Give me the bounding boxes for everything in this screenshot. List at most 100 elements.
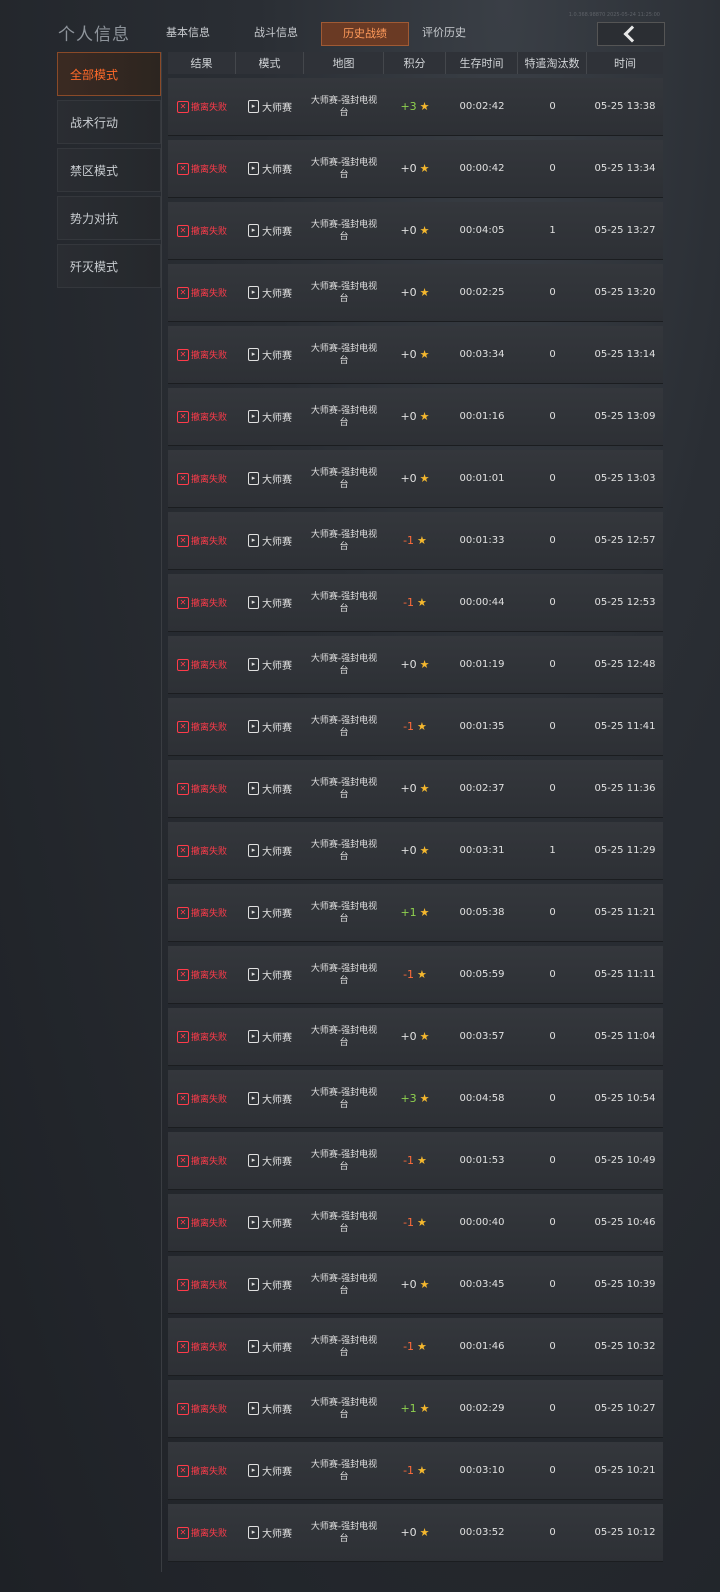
mode-text: 大师赛 <box>262 103 292 114</box>
survive-cell: 00:02:29 <box>459 1403 505 1414</box>
tournament-icon: ▸ <box>248 596 259 609</box>
result-cell: ✕ 撤离失败 <box>168 1070 236 1127</box>
table-row[interactable]: ✕ 撤离失败 ▸ 大师赛 大师赛-强封电视台 -1 ★ 00:00:44 0 05-25 12:5… <box>168 574 663 632</box>
time-cell: 05-25 11:11 <box>594 969 656 980</box>
mode-cell: ▸ 大师赛 <box>236 884 304 941</box>
star-icon: ★ <box>417 1216 427 1229</box>
table-row[interactable]: ✕ 撤离失败 ▸ 大师赛 大师赛-强封电视台 -1 ★ 00:01:46 0 05-25 10:3… <box>168 1318 663 1376</box>
mode-text: 大师赛 <box>262 1095 292 1106</box>
time-cell: 05-25 12:48 <box>594 659 656 670</box>
score-cell: -1 ★ <box>384 1442 446 1499</box>
score-cell: -1 ★ <box>384 1132 446 1189</box>
star-icon: ★ <box>417 720 427 733</box>
survive-cell: 00:01:46 <box>459 1341 505 1352</box>
table-row[interactable]: ✕ 撤离失败 ▸ 大师赛 大师赛-强封电视台 -1 ★ 00:05:59 0 05-25 11:1… <box>168 946 663 1004</box>
survive-cell: 00:04:58 <box>459 1093 505 1104</box>
fail-x-icon: ✕ <box>176 1464 189 1477</box>
mode-cell: ▸ 大师赛 <box>236 264 304 321</box>
table-row[interactable]: ✕ 撤离失败 ▸ 大师赛 大师赛-强封电视台 +1 ★ 00:02:29 0 05-25 10:2… <box>168 1380 663 1438</box>
mode-cell: ▸ 大师赛 <box>236 1008 304 1065</box>
top-bar: 个人信息 基本信息 战斗信息 历史战绩 评价历史 1.0.368.98870 2… <box>0 12 720 48</box>
kills-cell: 0 <box>549 597 556 608</box>
mode-cell: ▸ 大师赛 <box>236 574 304 631</box>
table-row[interactable]: ✕ 撤离失败 ▸ 大师赛 大师赛-强封电视台 +0 ★ 00:03:57 0 05-25 11:0… <box>168 1008 663 1066</box>
version-text: 1.0.368.98870 2025-05-24 11:25:00 <box>568 12 660 18</box>
sidebar-item-annihilation[interactable]: 歼灭模式 <box>57 244 161 288</box>
mode-cell: ▸ 大师赛 <box>236 388 304 445</box>
survive-cell: 00:04:05 <box>459 225 505 236</box>
fail-x-icon: ✕ <box>176 1216 189 1229</box>
mode-cell: ▸ 大师赛 <box>236 760 304 817</box>
time-cell: 05-25 13:38 <box>594 101 656 112</box>
table-row[interactable]: ✕ 撤离失败 ▸ 大师赛 大师赛-强封电视台 +0 ★ 00:03:52 0 05-25 10:1… <box>168 1504 663 1562</box>
score-value: +0 <box>400 286 417 299</box>
header-kills: 特遣淘汰数 <box>518 52 587 74</box>
mode-text: 大师赛 <box>262 351 292 362</box>
result-text: 撤离失败 <box>190 1467 227 1477</box>
survive-cell: 00:01:33 <box>459 535 505 546</box>
tab-review-history[interactable]: 评价历史 <box>414 22 474 44</box>
time-cell: 05-25 12:57 <box>594 535 656 546</box>
tournament-icon: ▸ <box>248 100 259 113</box>
table-row[interactable]: ✕ 撤离失败 ▸ 大师赛 大师赛-强封电视台 -1 ★ 00:01:35 0 05-25 11:4… <box>168 698 663 756</box>
table-row[interactable]: ✕ 撤离失败 ▸ 大师赛 大师赛-强封电视台 +0 ★ 00:01:19 0 05-25 12:4… <box>168 636 663 694</box>
table-row[interactable]: ✕ 撤离失败 ▸ 大师赛 大师赛-强封电视台 +0 ★ 00:03:45 0 05-25 10:3… <box>168 1256 663 1314</box>
table-row[interactable]: ✕ 撤离失败 ▸ 大师赛 大师赛-强封电视台 -1 ★ 00:01:53 0 05-25 10:4… <box>168 1132 663 1190</box>
table-row[interactable]: ✕ 撤离失败 ▸ 大师赛 大师赛-强封电视台 +0 ★ 00:02:25 0 05-25 13:2… <box>168 264 663 322</box>
table-row[interactable]: ✕ 撤离失败 ▸ 大师赛 大师赛-强封电视台 -1 ★ 00:00:40 0 05-25 10:4… <box>168 1194 663 1252</box>
table-row[interactable]: ✕ 撤离失败 ▸ 大师赛 大师赛-强封电视台 +0 ★ 00:03:31 1 05-25 11:2… <box>168 822 663 880</box>
star-icon: ★ <box>419 1092 430 1105</box>
header-time: 时间 <box>614 57 636 70</box>
tab-basic-info[interactable]: 基本信息 <box>158 22 218 44</box>
score-cell: +0 ★ <box>384 202 446 259</box>
result-text: 撤离失败 <box>190 1343 227 1353</box>
sidebar-item-tactical[interactable]: 战术行动 <box>57 100 161 144</box>
mode-text: 大师赛 <box>262 785 292 796</box>
map-cell: 大师赛-强封电视台 <box>310 1397 378 1420</box>
survive-cell: 00:02:25 <box>459 287 505 298</box>
table-row[interactable]: ✕ 撤离失败 ▸ 大师赛 大师赛-强封电视台 +3 ★ 00:02:42 0 05-25 13:3… <box>168 78 663 136</box>
mode-text: 大师赛 <box>262 165 292 176</box>
result-cell: ✕ 撤离失败 <box>168 760 236 817</box>
table-row[interactable]: ✕ 撤离失败 ▸ 大师赛 大师赛-强封电视台 +0 ★ 00:01:01 0 05-25 13:0… <box>168 450 663 508</box>
kills-cell: 0 <box>549 535 556 546</box>
table-row[interactable]: ✕ 撤离失败 ▸ 大师赛 大师赛-强封电视台 -1 ★ 00:03:10 0 05-25 10:2… <box>168 1442 663 1500</box>
table-row[interactable]: ✕ 撤离失败 ▸ 大师赛 大师赛-强封电视台 +0 ★ 00:02:37 0 05-25 11:3… <box>168 760 663 818</box>
table-row[interactable]: ✕ 撤离失败 ▸ 大师赛 大师赛-强封电视台 +3 ★ 00:04:58 0 05-25 10:5… <box>168 1070 663 1128</box>
header-score: 积分 <box>384 52 446 74</box>
tab-battle-info[interactable]: 战斗信息 <box>246 22 306 44</box>
kills-cell: 0 <box>549 721 556 732</box>
kills-cell: 0 <box>549 969 556 980</box>
score-value: +0 <box>400 410 417 423</box>
map-cell: 大师赛-强封电视台 <box>310 467 378 490</box>
table-row[interactable]: ✕ 撤离失败 ▸ 大师赛 大师赛-强封电视台 +0 ★ 00:04:05 1 05-25 13:2… <box>168 202 663 260</box>
header-result: 结果 <box>168 52 236 74</box>
survive-cell: 00:03:57 <box>459 1031 505 1042</box>
mode-cell: ▸ 大师赛 <box>236 202 304 259</box>
time-cell: 05-25 10:27 <box>594 1403 656 1414</box>
mode-sidebar: 全部模式 战术行动 禁区模式 势力对抗 歼灭模式 <box>57 52 161 292</box>
sidebar-item-all-modes[interactable]: 全部模式 <box>57 52 161 96</box>
page-title: 个人信息 <box>58 25 130 45</box>
mode-cell: ▸ 大师赛 <box>236 698 304 755</box>
table-row[interactable]: ✕ 撤离失败 ▸ 大师赛 大师赛-强封电视台 +0 ★ 00:03:34 0 05-25 13:1… <box>168 326 663 384</box>
tab-match-history[interactable]: 历史战绩 <box>321 22 409 46</box>
sidebar-item-restricted[interactable]: 禁区模式 <box>57 148 161 192</box>
result-cell: ✕ 撤离失败 <box>168 450 236 507</box>
kills-cell: 0 <box>549 411 556 422</box>
kills-cell: 0 <box>549 1279 556 1290</box>
table-row[interactable]: ✕ 撤离失败 ▸ 大师赛 大师赛-强封电视台 -1 ★ 00:01:33 0 05-25 12:5… <box>168 512 663 570</box>
table-row[interactable]: ✕ 撤离失败 ▸ 大师赛 大师赛-强封电视台 +1 ★ 00:05:38 0 05-25 11:2… <box>168 884 663 942</box>
result-text: 撤离失败 <box>190 1281 227 1291</box>
table-row[interactable]: ✕ 撤离失败 ▸ 大师赛 大师赛-强封电视台 +0 ★ 00:01:16 0 05-25 13:0… <box>168 388 663 446</box>
tournament-icon: ▸ <box>248 782 259 795</box>
star-icon: ★ <box>419 100 430 113</box>
result-text: 撤离失败 <box>190 475 227 485</box>
sidebar-item-faction[interactable]: 势力对抗 <box>57 196 161 240</box>
back-button[interactable] <box>597 22 665 46</box>
time-cell: 05-25 11:41 <box>594 721 656 732</box>
survive-cell: 00:01:16 <box>459 411 505 422</box>
fail-x-icon: ✕ <box>176 224 189 237</box>
score-cell: +3 ★ <box>384 1070 446 1127</box>
table-row[interactable]: ✕ 撤离失败 ▸ 大师赛 大师赛-强封电视台 +0 ★ 00:00:42 0 05-25 13:3… <box>168 140 663 198</box>
